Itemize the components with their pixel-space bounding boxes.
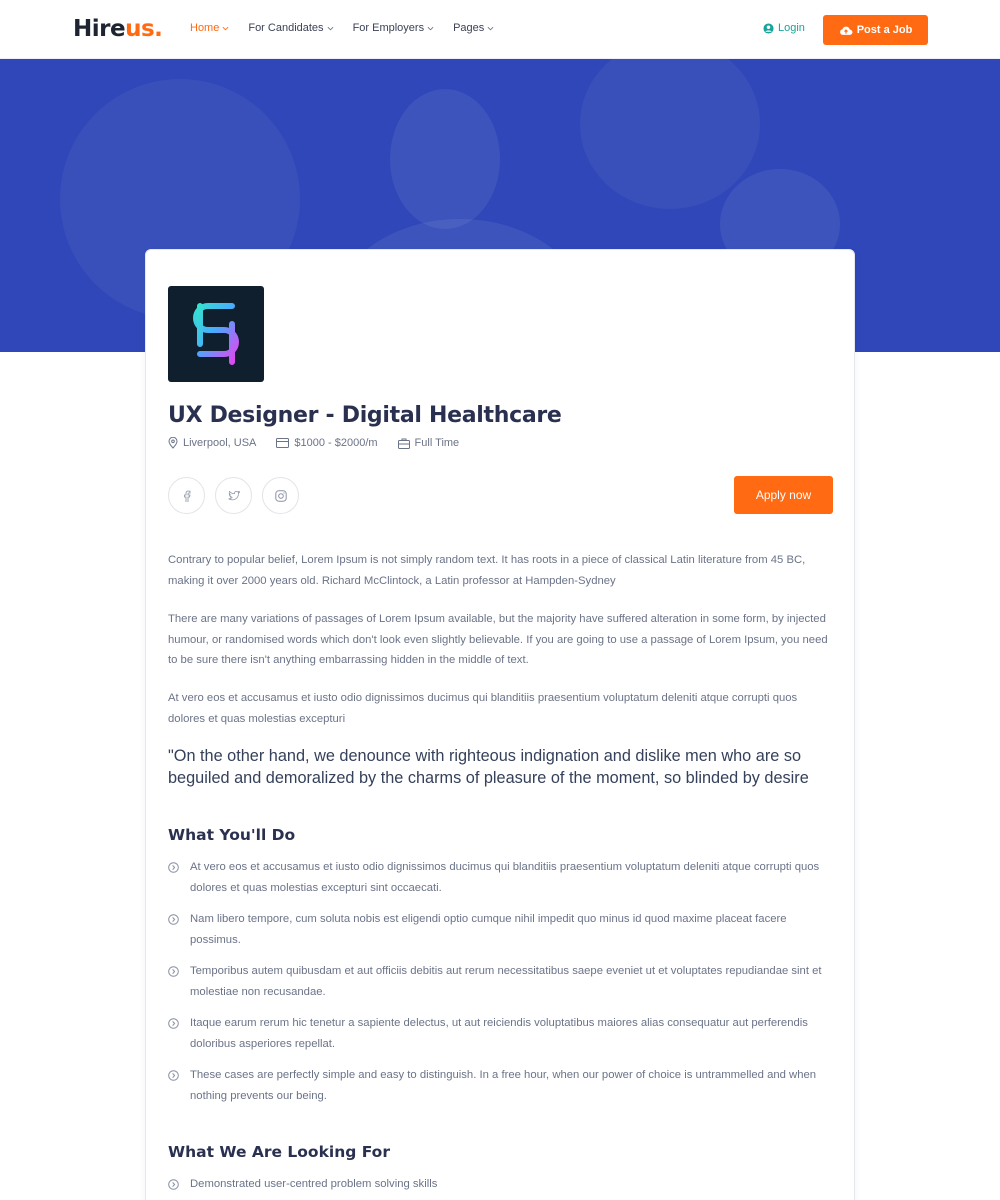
- map-pin-icon: [168, 437, 178, 449]
- user-circle-icon: [763, 22, 774, 34]
- site-logo[interactable]: Hireus.: [73, 14, 163, 44]
- chevron-circle-icon: [168, 1018, 179, 1029]
- chevron-circle-icon: [168, 1179, 179, 1190]
- top-navbar: Hireus. Home For Candidates For Employer…: [0, 0, 1000, 59]
- list-item: Temporibus autem quibusdam et aut offici…: [168, 961, 834, 1002]
- description-paragraph-3: At vero eos et accusamus et iusto odio d…: [168, 692, 798, 725]
- location-text: Liverpool, USA: [183, 437, 257, 449]
- list-item: Demonstrated user-centred problem solvin…: [168, 1174, 834, 1195]
- chevron-circle-icon: [168, 914, 179, 925]
- list-item: Nam libero tempore, cum soluta nobis est…: [168, 909, 834, 950]
- cloud-upload-icon: [839, 26, 853, 35]
- apply-now-button[interactable]: Apply now: [734, 476, 833, 514]
- job-meta: Liverpool, USA $1000 - $2000/m Full Time: [168, 437, 459, 449]
- hero-photo-shape: [390, 89, 500, 229]
- job-type: Full Time: [397, 437, 460, 449]
- chevron-down-icon: [427, 26, 434, 30]
- description-paragraph-2: There are many variations of passages of…: [168, 613, 828, 666]
- nav-item-pages[interactable]: Pages: [453, 22, 494, 34]
- list-item: These cases are perfectly simple and eas…: [168, 1065, 834, 1106]
- company-s-logo-icon: [193, 303, 239, 365]
- list-item: At vero eos et accusamus et iusto odio d…: [168, 857, 834, 898]
- social-share: [168, 477, 299, 514]
- list-item: Itaque earum rerum hic tenetur a sapient…: [168, 1013, 834, 1054]
- nav-label: Home: [190, 22, 220, 34]
- nav-item-home[interactable]: Home: [190, 22, 229, 34]
- credit-card-icon: [276, 438, 290, 448]
- job-salary: $1000 - $2000/m: [276, 437, 378, 449]
- chevron-down-icon: [487, 26, 494, 30]
- facebook-icon: [183, 490, 190, 502]
- list-item-text: Itaque earum rerum hic tenetur a sapient…: [190, 1017, 808, 1050]
- hero-photo-shape: [580, 59, 760, 209]
- post-job-button[interactable]: Post a Job: [823, 15, 928, 45]
- list-item-text: Temporibus autem quibusdam et aut offici…: [190, 965, 822, 998]
- list-item-text: Nam libero tempore, cum soluta nobis est…: [190, 913, 787, 946]
- job-type-text: Full Time: [414, 437, 460, 449]
- chevron-down-icon: [222, 26, 229, 30]
- main-nav: Home For Candidates For Employers Pages: [190, 22, 494, 34]
- twitter-share-button[interactable]: [215, 477, 252, 514]
- description-paragraph-1: Contrary to popular belief, Lorem Ipsum …: [168, 554, 806, 587]
- nav-item-candidates[interactable]: For Candidates: [248, 22, 333, 34]
- looking-for-list: Demonstrated user-centred problem solvin…: [168, 1174, 834, 1200]
- instagram-share-button[interactable]: [262, 477, 299, 514]
- briefcase-icon: [397, 438, 410, 449]
- chevron-circle-icon: [168, 966, 179, 977]
- nav-label: Pages: [453, 22, 485, 34]
- what-youll-do-heading: What You'll Do: [168, 826, 296, 844]
- job-title: UX Designer - Digital Healthcare: [168, 403, 562, 428]
- list-item-text: Demonstrated user-centred problem solvin…: [190, 1178, 438, 1190]
- facebook-share-button[interactable]: [168, 477, 205, 514]
- login-link[interactable]: Login: [763, 22, 805, 34]
- nav-label: For Employers: [352, 22, 425, 34]
- twitter-icon: [227, 490, 240, 500]
- logo-accent-text: us.: [125, 16, 163, 42]
- login-label: Login: [778, 22, 805, 34]
- job-location: Liverpool, USA: [168, 437, 256, 449]
- nav-item-employers[interactable]: For Employers: [353, 22, 435, 34]
- looking-for-heading: What We Are Looking For: [168, 1143, 390, 1161]
- list-item-text: These cases are perfectly simple and eas…: [190, 1069, 817, 1102]
- post-job-label: Post a Job: [856, 24, 913, 36]
- chevron-circle-icon: [168, 1070, 179, 1081]
- salary-text: $1000 - $2000/m: [294, 437, 378, 449]
- instagram-icon: [274, 489, 287, 502]
- list-item-text: At vero eos et accusamus et iusto odio d…: [190, 861, 820, 894]
- description-quote: "On the other hand, we denounce with rig…: [168, 747, 809, 787]
- logo-main-text: Hire: [73, 16, 126, 42]
- what-youll-do-list: At vero eos et accusamus et iusto odio d…: [168, 857, 834, 1117]
- chevron-down-icon: [327, 26, 333, 30]
- chevron-circle-icon: [168, 862, 179, 873]
- nav-label: For Candidates: [248, 22, 324, 34]
- job-details-card: UX Designer - Digital Healthcare Liverpo…: [145, 249, 855, 1200]
- company-logo: [168, 286, 264, 382]
